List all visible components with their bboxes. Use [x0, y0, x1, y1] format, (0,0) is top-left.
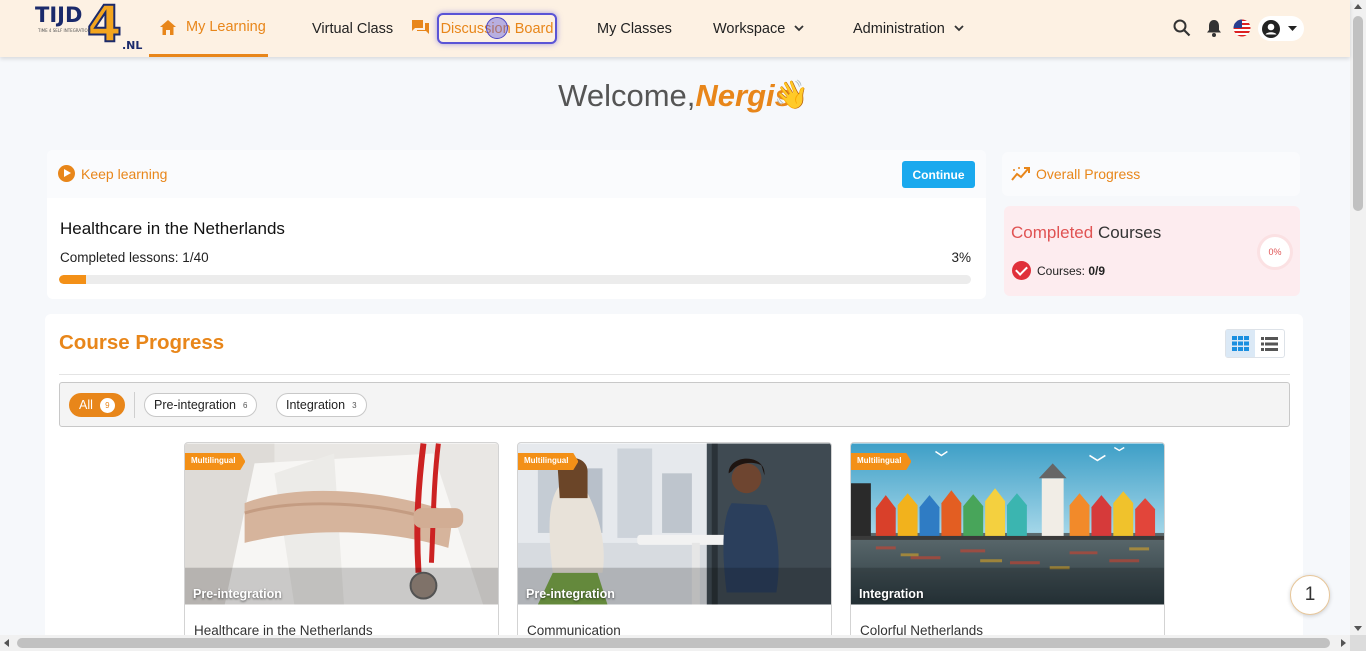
user-avatar-icon — [1262, 19, 1280, 38]
scroll-right-arrow[interactable] — [1341, 639, 1346, 647]
completed-courses-panel: Completed Courses Courses: 0/9 0% — [1004, 206, 1300, 296]
overall-progress-header: Overall Progress — [1002, 152, 1300, 196]
nav-my-learning-label: My Learning — [186, 19, 266, 35]
nav-administration[interactable]: Administration — [853, 0, 973, 57]
list-view-button[interactable] — [1255, 330, 1284, 357]
course-progress-fill — [59, 275, 87, 284]
horizontal-scrollbar[interactable] — [0, 635, 1350, 651]
nav-my-classes[interactable]: My Classes — [597, 0, 672, 57]
course-card-healthcare[interactable]: Multilingual Pre-integration Healthcare … — [184, 442, 499, 651]
completed-lessons: Completed lessons: 1/40 — [60, 250, 209, 265]
course-card-colorful-netherlands[interactable]: Multilingual Integration Colorful Nether… — [850, 442, 1165, 651]
list-icon — [1261, 336, 1278, 351]
nav-workspace-label: Workspace — [713, 20, 786, 37]
vertical-scroll-thumb[interactable] — [1353, 16, 1363, 211]
filter-count: 3 — [352, 400, 357, 410]
course-progress-bar — [59, 275, 971, 284]
multilingual-badge: Multilingual — [518, 453, 579, 470]
waving-hand-icon: 👋 — [774, 79, 809, 110]
welcome-prefix: Welcome, — [558, 78, 696, 113]
vertical-scrollbar[interactable] — [1350, 0, 1366, 635]
current-course-title[interactable]: Healthcare in the Netherlands — [60, 219, 285, 239]
nav-virtual-class[interactable]: Virtual Class — [312, 0, 393, 57]
logo-tagline: TIME 4 SELF INTEGRATION — [38, 28, 91, 33]
filter-separator — [134, 392, 135, 418]
check-circle-icon — [1012, 261, 1031, 280]
overall-progress-card: Overall Progress Completed Courses Cours… — [1002, 150, 1302, 299]
overall-progress-label: Overall Progress — [1036, 166, 1141, 182]
logo-number: 4 — [86, 0, 123, 54]
play-icon — [58, 165, 75, 182]
keep-learning-card: Keep learning Continue Healthcare in the… — [47, 150, 986, 299]
chevron-down-icon — [954, 25, 964, 32]
course-progress-section: Course Progress All 9 Pre-integration 6 — [45, 314, 1303, 651]
nav-my-classes-label: My Classes — [597, 20, 672, 37]
course-category: Integration — [859, 587, 924, 601]
grid-icon — [1232, 336, 1249, 351]
course-progress-title: Course Progress — [59, 331, 225, 354]
profile-menu[interactable] — [1258, 16, 1304, 41]
filter-chip-integration[interactable]: Integration 3 — [276, 393, 367, 417]
logo-text: TIJD — [35, 3, 83, 27]
course-card-communication[interactable]: Multilingual Pre-integration Communicati… — [517, 442, 832, 651]
scrollbar-corner — [1350, 635, 1366, 651]
horizontal-scroll-thumb[interactable] — [17, 638, 1330, 648]
completion-ring: 0% — [1257, 234, 1293, 270]
chat-icon — [412, 20, 429, 34]
section-divider — [59, 374, 1290, 375]
scroll-up-arrow[interactable] — [1354, 4, 1362, 9]
logo-domain: .NL — [122, 39, 143, 52]
bell-icon[interactable] — [1206, 19, 1222, 37]
nav-administration-label: Administration — [853, 20, 945, 37]
course-category: Pre-integration — [526, 587, 615, 601]
continue-button[interactable]: Continue — [902, 161, 975, 188]
keep-learning-title: Keep learning — [58, 165, 167, 182]
keep-learning-label: Keep learning — [81, 165, 168, 182]
cursor-indicator — [486, 17, 508, 39]
filter-chip-pre-integration[interactable]: Pre-integration 6 — [144, 393, 258, 417]
floating-counter-button[interactable]: 1 — [1290, 575, 1330, 615]
search-icon[interactable] — [1173, 19, 1191, 37]
keep-learning-header: Keep learning Continue — [47, 150, 986, 198]
multilingual-badge: Multilingual — [185, 453, 246, 470]
progress-percent: 3% — [951, 250, 971, 265]
filter-chip-all[interactable]: All 9 — [69, 393, 125, 417]
view-toggle — [1225, 329, 1285, 358]
top-header: TIJD 4 .NL TIME 4 SELF INTEGRATION My Le… — [0, 0, 1350, 57]
course-category: Pre-integration — [193, 587, 282, 601]
welcome-heading: Welcome,Nergis — [0, 78, 1350, 114]
scroll-down-arrow[interactable] — [1354, 626, 1362, 631]
filter-count: 6 — [243, 400, 248, 410]
filter-count: 9 — [99, 397, 115, 413]
multilingual-badge: Multilingual — [851, 453, 912, 470]
nav-workspace[interactable]: Workspace — [713, 0, 813, 57]
grid-view-button[interactable] — [1226, 330, 1255, 357]
trending-up-icon — [1011, 167, 1030, 181]
chevron-down-icon — [794, 25, 804, 32]
nav-my-learning[interactable]: My Learning — [149, 0, 268, 57]
scroll-left-arrow[interactable] — [4, 639, 9, 647]
home-icon — [160, 19, 176, 35]
category-filter-bar: All 9 Pre-integration 6 Integration 3 — [59, 382, 1290, 427]
completed-courses-title: Completed Courses — [1011, 223, 1162, 242]
courses-count: Courses: 0/9 — [1012, 261, 1105, 280]
caret-down-icon — [1288, 25, 1297, 31]
nav-virtual-class-label: Virtual Class — [312, 20, 394, 37]
logo[interactable]: TIJD 4 .NL TIME 4 SELF INTEGRATION — [35, 0, 143, 54]
us-flag-icon[interactable] — [1233, 19, 1251, 37]
